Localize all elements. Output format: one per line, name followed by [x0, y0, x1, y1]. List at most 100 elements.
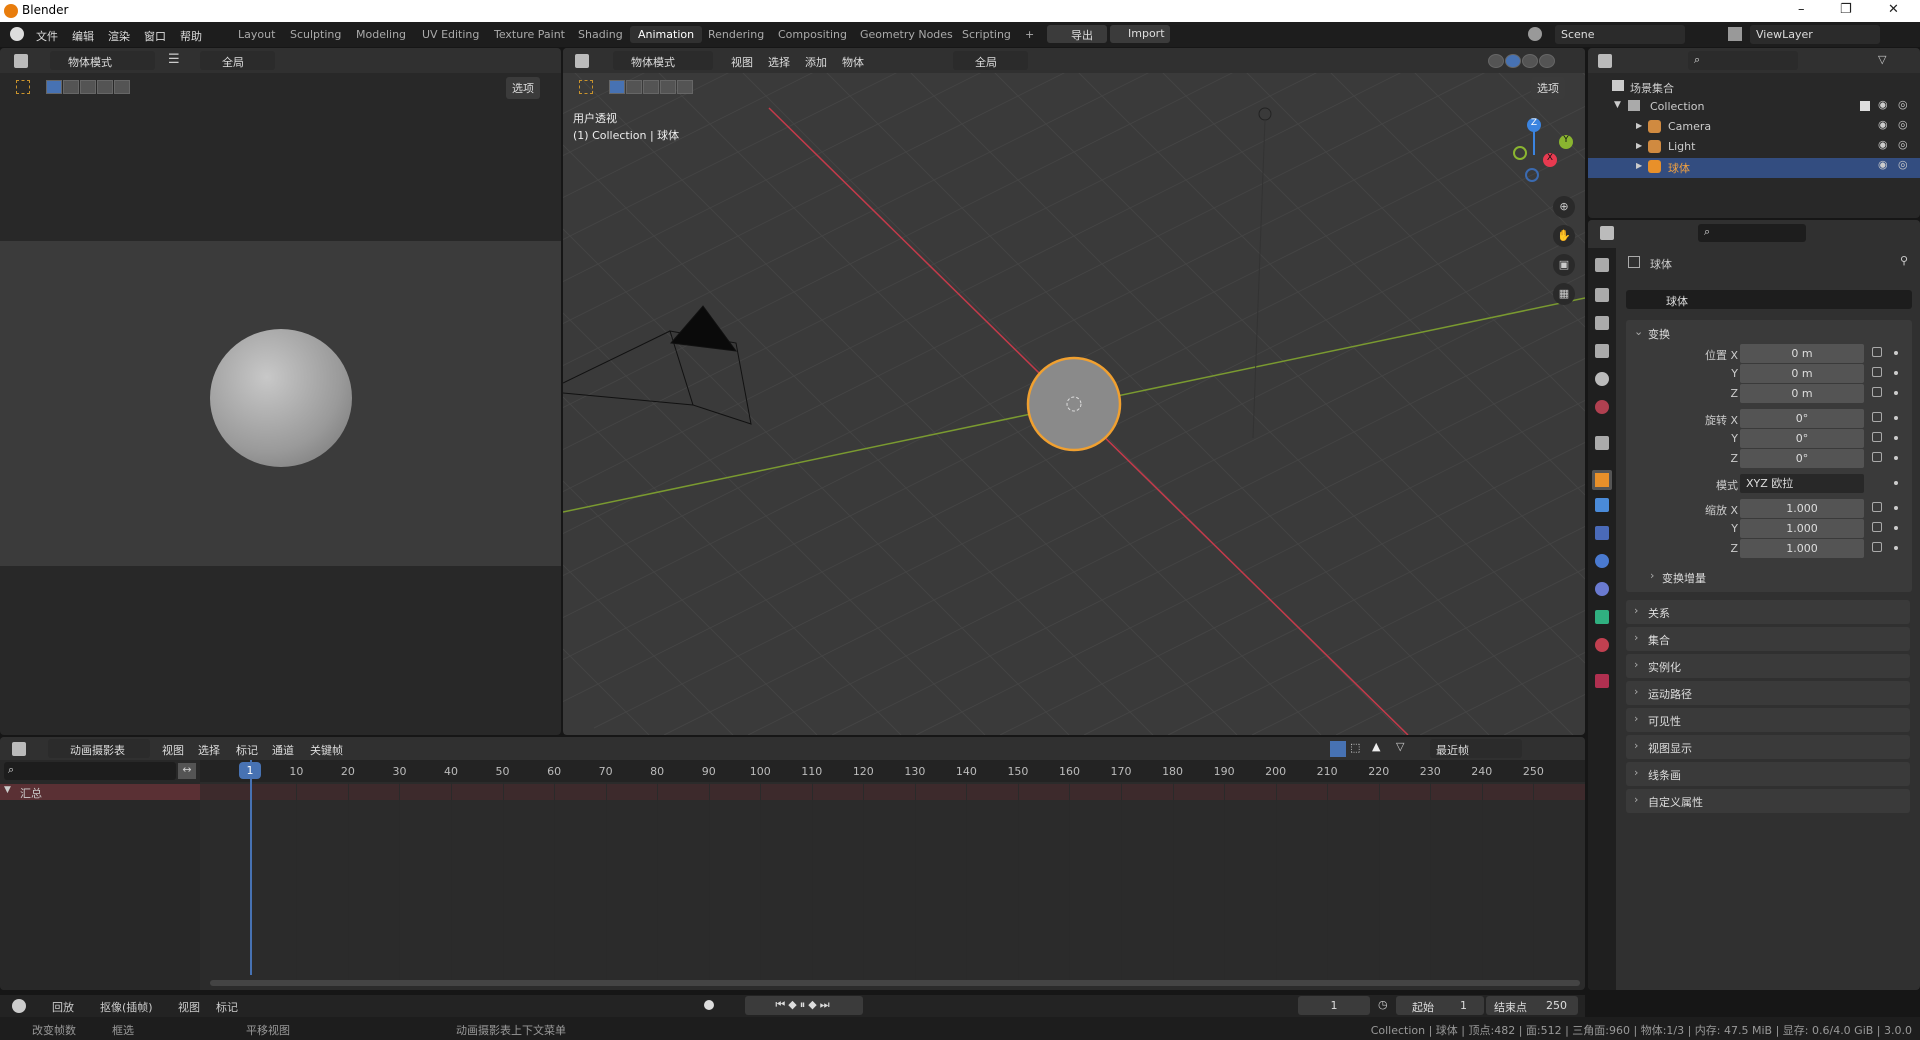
- perspective-grid-icon[interactable]: ▦: [1553, 283, 1575, 305]
- filter-icon[interactable]: ▽: [1878, 53, 1886, 66]
- left-viewport[interactable]: 物体模式 ☰ 全局 选项: [0, 48, 561, 735]
- options-button[interactable]: 选项: [506, 77, 540, 99]
- collapsed-panel[interactable]: › 实例化: [1626, 654, 1910, 678]
- swap-icon[interactable]: ↔: [178, 763, 196, 779]
- render-tab-icon[interactable]: [1595, 288, 1609, 302]
- lock-icon[interactable]: [1872, 367, 1882, 377]
- menu-icon[interactable]: ☰: [168, 52, 180, 67]
- workspace-tab[interactable]: Sculpting: [282, 26, 349, 43]
- menu-3[interactable]: 窗口: [144, 28, 166, 44]
- start-frame-field[interactable]: 起始 1: [1396, 996, 1484, 1015]
- workspace-tab[interactable]: Shading: [570, 26, 631, 43]
- editor-type-icon[interactable]: [14, 54, 28, 68]
- collapsed-panel[interactable]: › 视图显示: [1626, 735, 1910, 759]
- camera-view-icon[interactable]: ▣: [1553, 254, 1575, 276]
- keyframe-dot[interactable]: [1894, 416, 1898, 420]
- delta-transform-subpanel[interactable]: 变换增量: [1662, 570, 1706, 586]
- 3d-viewport[interactable]: 物体模式 视图 选择 添加 物体 全局 选项 用户透视 (1) Collecti…: [563, 48, 1585, 735]
- collapsed-panel[interactable]: › 关系: [1626, 600, 1910, 624]
- mode-dropdown[interactable]: 物体模式: [50, 51, 155, 70]
- editor-type-icon[interactable]: [12, 742, 26, 756]
- object-tab-icon[interactable]: [1592, 470, 1612, 490]
- transform-orientation-dropdown[interactable]: 全局: [200, 51, 275, 70]
- display-mode-icon[interactable]: [1598, 54, 1612, 68]
- outliner-search[interactable]: ⌕: [1688, 51, 1798, 70]
- editor-type-icon[interactable]: [575, 54, 589, 68]
- location-z-field[interactable]: 0 m: [1740, 384, 1864, 403]
- keyframe-dot[interactable]: [1894, 456, 1898, 460]
- workspace-tab[interactable]: Scripting: [954, 26, 1019, 43]
- mode-dropdown[interactable]: 物体模式: [613, 51, 713, 70]
- pin-icon[interactable]: ⚲: [1900, 254, 1908, 267]
- scale-z-field[interactable]: 1.000: [1740, 539, 1864, 558]
- location-x-field[interactable]: 0 m: [1740, 344, 1864, 363]
- pan-hand-icon[interactable]: ✋: [1553, 225, 1575, 247]
- scene-collection-row[interactable]: 场景集合: [1588, 78, 1920, 98]
- scale-y-field[interactable]: 1.000: [1740, 519, 1864, 538]
- scene-icon[interactable]: [1528, 27, 1542, 41]
- material-tab-icon[interactable]: [1595, 638, 1609, 652]
- collapsed-panel[interactable]: › 线条画: [1626, 762, 1910, 786]
- view-layer-icon[interactable]: [1728, 27, 1742, 41]
- current-frame-field[interactable]: 1: [1298, 996, 1370, 1015]
- menu-1[interactable]: 编辑: [72, 28, 94, 44]
- render-camera-icon[interactable]: ◎: [1898, 98, 1908, 111]
- record-button[interactable]: [704, 1000, 714, 1010]
- dope-sheet-menu[interactable]: 选择: [198, 742, 220, 758]
- snap-dropdown[interactable]: 最近帧: [1430, 739, 1522, 758]
- tool-tab-icon[interactable]: [1595, 258, 1609, 272]
- gizmo-y[interactable]: Y: [1559, 135, 1573, 149]
- filter-icon[interactable]: ▽: [1396, 740, 1404, 753]
- lock-icon[interactable]: [1872, 542, 1882, 552]
- view-menu[interactable]: 视图: [178, 999, 200, 1015]
- constraints-tab-icon[interactable]: [1595, 582, 1609, 596]
- physics-tab-icon[interactable]: [1595, 554, 1609, 568]
- select-mode-toggles[interactable]: [46, 80, 131, 97]
- close-button[interactable]: ✕: [1888, 2, 1899, 17]
- lock-icon[interactable]: [1872, 502, 1882, 512]
- add-workspace-button[interactable]: +: [1025, 28, 1034, 41]
- keyframe-dot[interactable]: [1894, 391, 1898, 395]
- navigation-gizmo[interactable]: Z Y X: [1513, 113, 1583, 193]
- outliner-item[interactable]: ▶ Camera ◉ ◎: [1588, 118, 1920, 138]
- dope-sheet-menu[interactable]: 标记: [236, 742, 258, 758]
- marker-menu[interactable]: 标记: [216, 999, 238, 1015]
- keyframe-dot[interactable]: [1894, 481, 1898, 485]
- shading-buttons[interactable]: [1488, 54, 1556, 71]
- only-selected-icon[interactable]: [1330, 741, 1346, 757]
- view-layer-field[interactable]: ViewLayer: [1750, 25, 1880, 44]
- select-tool-icon[interactable]: [579, 80, 593, 94]
- modifier-tab-icon[interactable]: [1595, 498, 1609, 512]
- workspace-tab[interactable]: Compositing: [770, 26, 855, 43]
- lock-icon[interactable]: [1872, 452, 1882, 462]
- world-tab-icon[interactable]: [1595, 400, 1609, 414]
- rotation-x-field[interactable]: 0°: [1740, 409, 1864, 428]
- errors-icon[interactable]: ▲: [1372, 740, 1380, 753]
- dope-sheet[interactable]: 动画摄影表 视图 选择 标记 通道 关键帧 ⬚ ▲ ▽ 最近帧 ⌕ ↔ ▼ 汇总 10 20…: [0, 737, 1585, 990]
- collection-tab-icon[interactable]: [1595, 436, 1609, 450]
- keyframe-dot[interactable]: [1894, 351, 1898, 355]
- eye-icon[interactable]: ◉: [1878, 98, 1888, 111]
- transform-panel-title[interactable]: 变换: [1648, 326, 1670, 342]
- collection-row[interactable]: ▼ Collection ◉ ◎: [1588, 98, 1920, 118]
- menu-select[interactable]: 选择: [768, 54, 790, 70]
- gizmo-z[interactable]: Z: [1527, 118, 1541, 132]
- menu-add[interactable]: 添加: [805, 54, 827, 70]
- workspace-tab[interactable]: Rendering: [700, 26, 772, 43]
- lock-icon[interactable]: [1872, 412, 1882, 422]
- rotation-y-field[interactable]: 0°: [1740, 429, 1864, 448]
- workspace-tab[interactable]: Texture Paint: [486, 26, 573, 43]
- playhead[interactable]: [250, 760, 252, 975]
- lock-icon[interactable]: [1872, 387, 1882, 397]
- keyframe-dot[interactable]: [1894, 546, 1898, 550]
- keyframe-dot[interactable]: [1894, 526, 1898, 530]
- channel-search[interactable]: ⌕: [4, 762, 176, 780]
- collapsed-panel[interactable]: › 集合: [1626, 627, 1910, 651]
- properties-search[interactable]: ⌕: [1698, 224, 1806, 242]
- keying-menu[interactable]: 抠像(插帧): [100, 999, 153, 1015]
- keyframe-dot[interactable]: [1894, 371, 1898, 375]
- transform-orientation-dropdown[interactable]: 全局: [953, 51, 1028, 70]
- particles-tab-icon[interactable]: [1595, 526, 1609, 540]
- menu-view[interactable]: 视图: [731, 54, 753, 70]
- outliner-item[interactable]: ▶ 球体 ◉ ◎: [1588, 158, 1920, 178]
